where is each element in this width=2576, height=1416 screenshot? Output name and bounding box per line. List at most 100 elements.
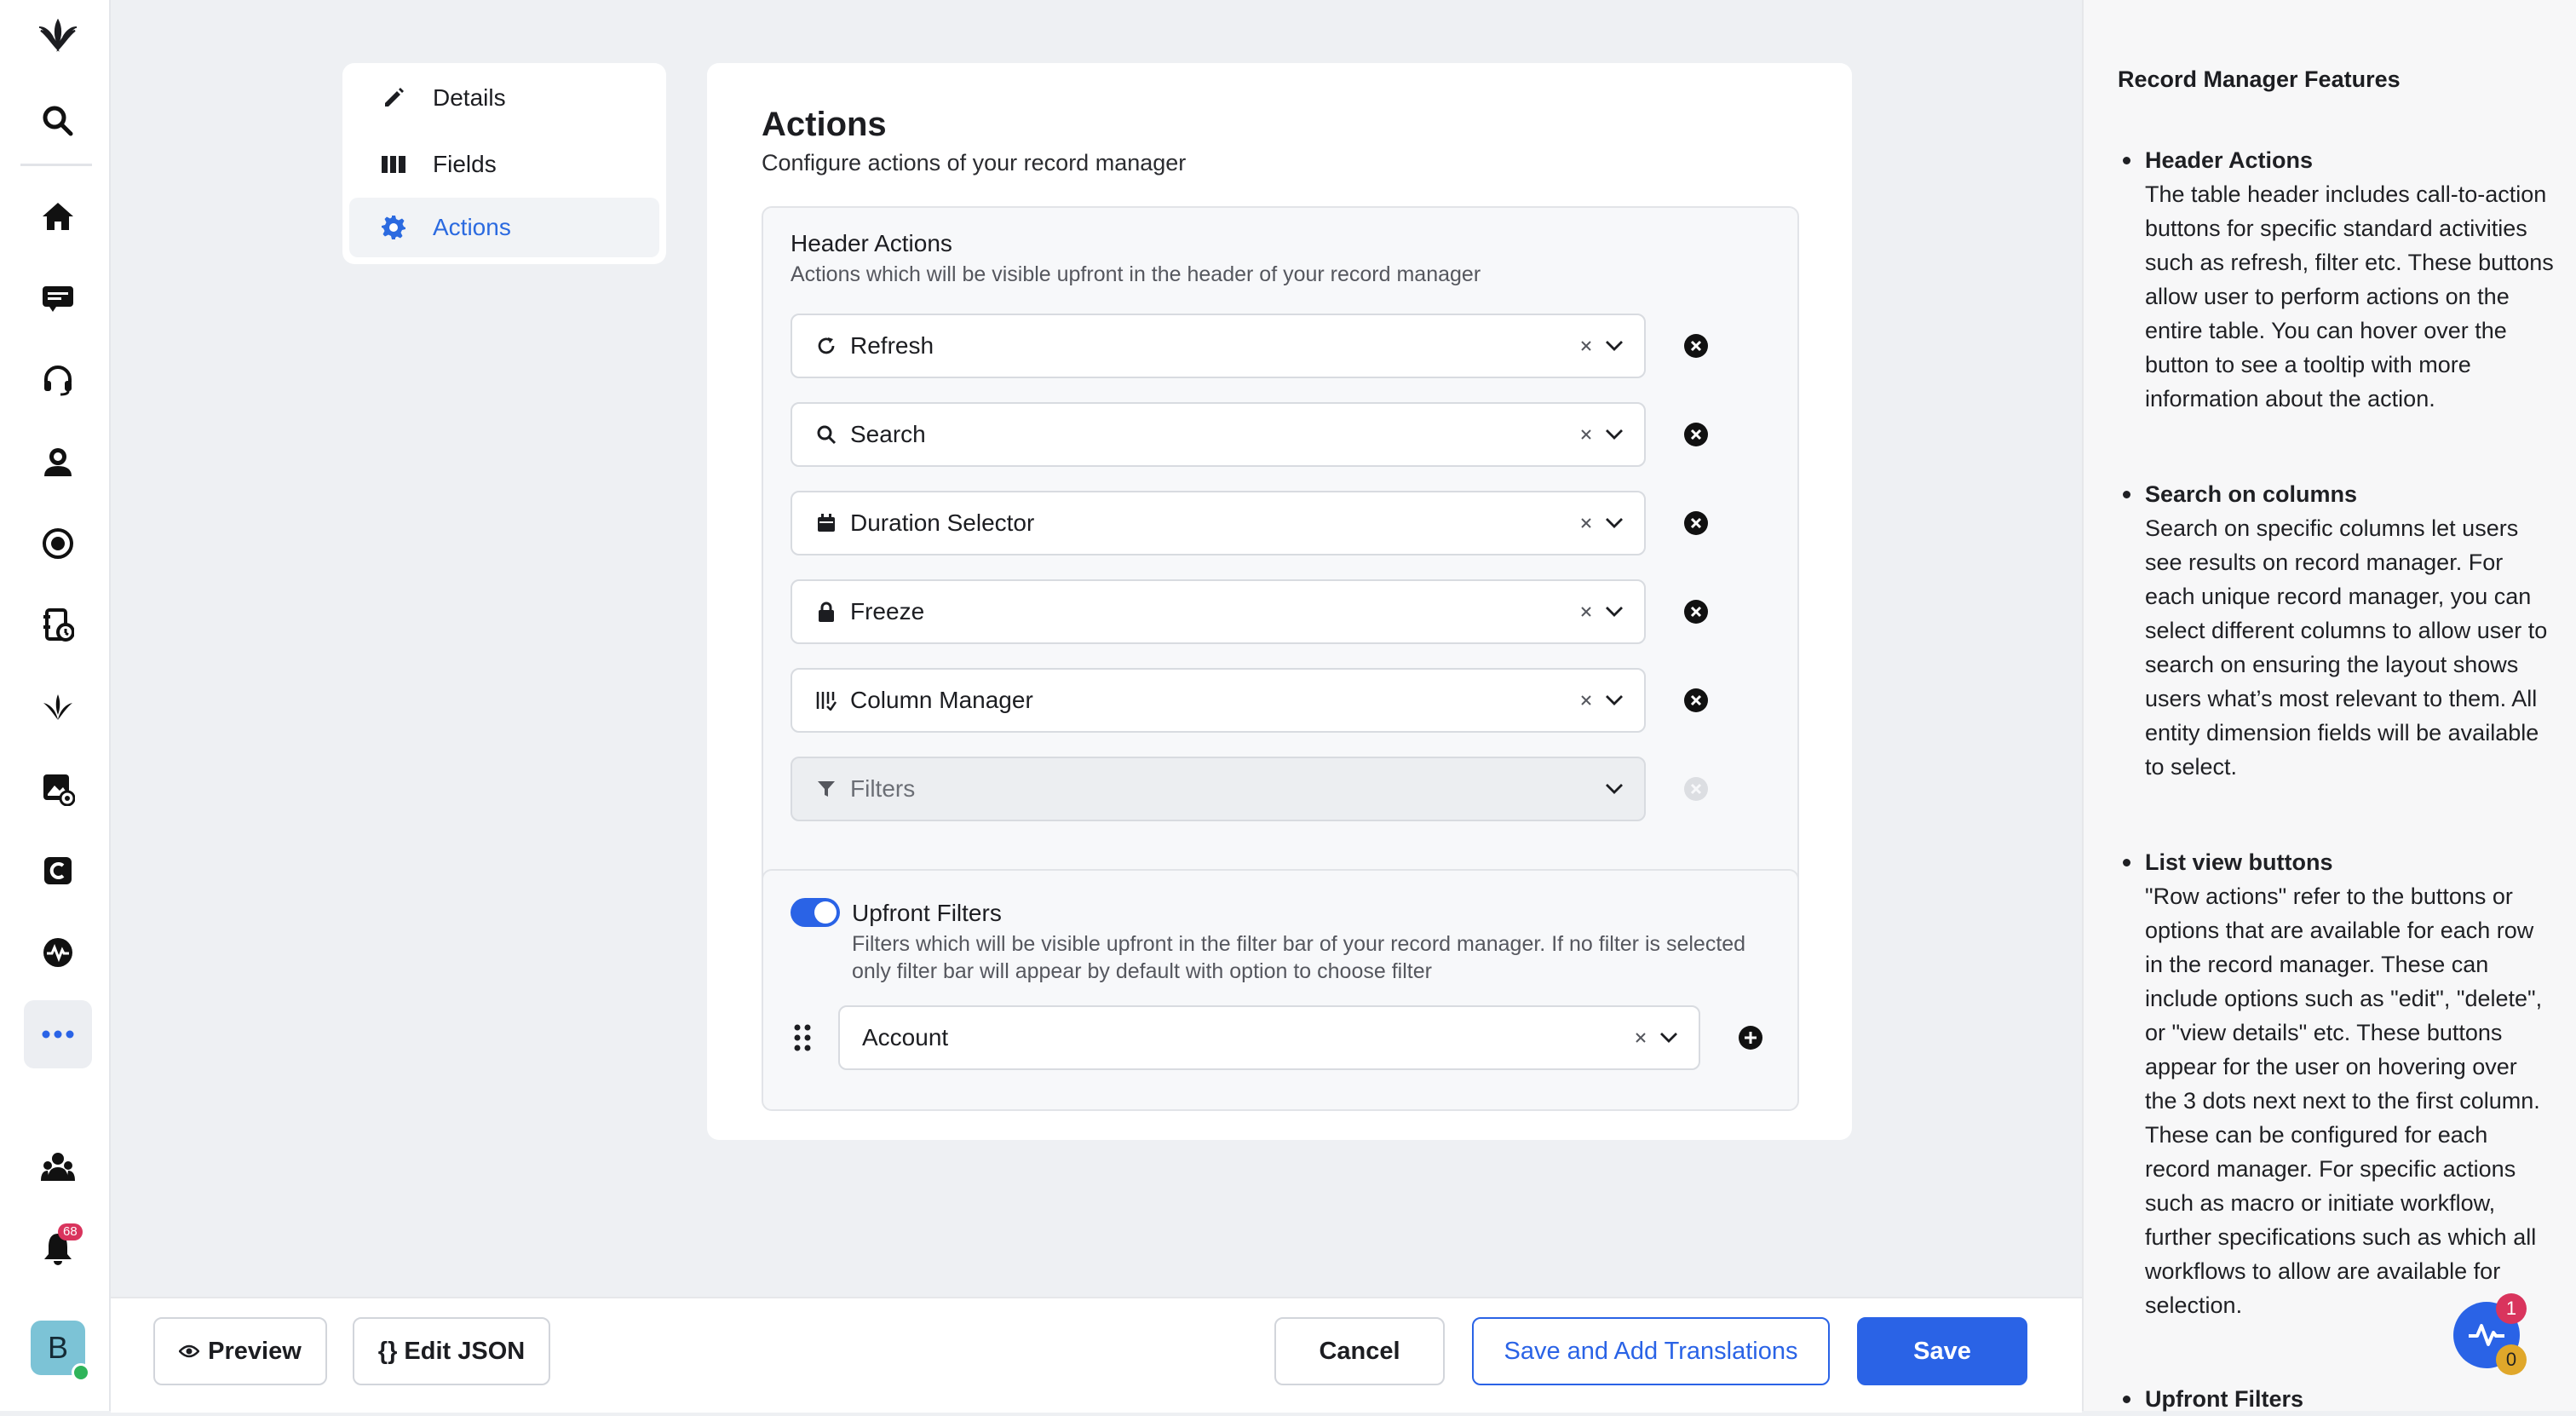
- chevron-down-icon[interactable]: [1605, 517, 1624, 529]
- sprout-icon[interactable]: [24, 673, 92, 741]
- image-settings-icon[interactable]: [24, 755, 92, 823]
- header-action-select[interactable]: Search: [791, 402, 1646, 467]
- select-value: Refresh: [850, 332, 934, 359]
- more-icon[interactable]: [24, 1000, 92, 1068]
- edit-json-label: {} Edit JSON: [377, 1337, 526, 1365]
- column-manager-icon: [814, 690, 838, 711]
- menu-item-label: Fields: [433, 151, 497, 177]
- rail-divider: [20, 164, 92, 166]
- select-value: Filters: [850, 775, 916, 802]
- save-button[interactable]: Save: [1857, 1317, 2027, 1385]
- bell-icon[interactable]: [24, 1215, 92, 1283]
- menu-item-details[interactable]: Details: [349, 68, 659, 128]
- menu-item-label: Details: [433, 84, 506, 111]
- calendar-icon: [814, 514, 838, 532]
- filter-icon: [814, 780, 838, 798]
- header-action-select[interactable]: Refresh: [791, 314, 1646, 378]
- section-title: Header Actions: [791, 230, 952, 256]
- feature-title: Upfront Filters: [2123, 1382, 2554, 1416]
- search-icon[interactable]: [24, 87, 92, 155]
- save-and-add-translations-button[interactable]: Save and Add Translations: [1472, 1317, 1830, 1385]
- menu-item-fields[interactable]: Fields: [349, 135, 659, 194]
- header-action-select-disabled: Filters: [791, 757, 1646, 821]
- settings-menu: Details Fields Actions: [342, 63, 666, 264]
- feature-text: "Row actions" refer to the buttons or op…: [2145, 884, 2543, 1318]
- feature-text: Search on specific columns let users see…: [2145, 515, 2548, 780]
- clear-icon[interactable]: [1579, 516, 1593, 530]
- widget-pending-badge: 0: [2496, 1344, 2527, 1375]
- menu-item-label: Actions: [433, 214, 511, 240]
- chevron-down-icon: [1605, 783, 1624, 795]
- remove-circle-icon[interactable]: [1683, 599, 1709, 625]
- search-icon: [814, 424, 838, 445]
- target-icon[interactable]: [24, 509, 92, 578]
- select-value: Freeze: [850, 598, 925, 625]
- actions-card: Actions Configure actions of your record…: [707, 63, 1852, 1140]
- lock-icon: [814, 602, 838, 622]
- chevron-down-icon[interactable]: [1605, 340, 1624, 352]
- feature-text: The table header includes call-to-action…: [2145, 181, 2554, 412]
- header-actions-section: Header Actions Actions which will be vis…: [762, 206, 1799, 910]
- gear-icon: [378, 215, 409, 240]
- section-title: Upfront Filters: [852, 900, 1002, 926]
- upfront-filters-toggle[interactable]: [791, 898, 840, 927]
- agent-icon[interactable]: [24, 428, 92, 496]
- refresh-icon: [814, 336, 838, 356]
- header-action-select[interactable]: Freeze: [791, 579, 1646, 644]
- header-action-select[interactable]: Column Manager: [791, 668, 1646, 733]
- drag-handle-icon[interactable]: [794, 1024, 811, 1051]
- add-circle-icon[interactable]: [1738, 1025, 1763, 1050]
- pulse-icon[interactable]: [24, 918, 92, 987]
- c-app-icon[interactable]: [24, 837, 92, 905]
- remove-circle-icon[interactable]: [1683, 333, 1709, 359]
- menu-item-actions[interactable]: Actions: [349, 198, 659, 257]
- clear-icon[interactable]: [1579, 694, 1593, 707]
- page-title: Actions: [762, 106, 887, 143]
- feature-title: Search on columns: [2123, 477, 2554, 511]
- select-value: Search: [850, 421, 926, 447]
- select-value: Duration Selector: [850, 509, 1035, 536]
- chevron-down-icon[interactable]: [1605, 429, 1624, 440]
- widget-alert-badge: 1: [2496, 1293, 2527, 1324]
- chevron-down-icon[interactable]: [1659, 1032, 1678, 1044]
- edit-json-button[interactable]: {} Edit JSON: [353, 1317, 550, 1385]
- remove-circle-icon[interactable]: [1683, 688, 1709, 713]
- preview-button[interactable]: Preview: [153, 1317, 327, 1385]
- remove-circle-icon[interactable]: [1683, 510, 1709, 536]
- ticket-icon[interactable]: [24, 264, 92, 332]
- clear-icon[interactable]: [1579, 339, 1593, 353]
- clear-icon[interactable]: [1634, 1031, 1647, 1045]
- save-label: Save: [1913, 1337, 1971, 1365]
- clear-icon[interactable]: [1579, 605, 1593, 619]
- feature-title: List view buttons: [2123, 845, 2554, 879]
- feature-list-view-buttons: List view buttons "Row actions" refer to…: [2123, 845, 2554, 1322]
- eye-icon: [179, 1344, 200, 1358]
- select-value: Account: [862, 1024, 949, 1050]
- upfront-filter-select[interactable]: Account: [838, 1005, 1700, 1070]
- cancel-button[interactable]: Cancel: [1274, 1317, 1445, 1385]
- header-action-select[interactable]: Duration Selector: [791, 491, 1646, 555]
- app-rail: 68 B: [0, 0, 111, 1411]
- clear-icon[interactable]: [1579, 428, 1593, 441]
- pulse-icon: [2467, 1321, 2506, 1350]
- home-icon[interactable]: [24, 182, 92, 250]
- chevron-down-icon[interactable]: [1605, 694, 1624, 706]
- select-value: Column Manager: [850, 687, 1033, 713]
- report-icon[interactable]: [24, 591, 92, 659]
- columns-icon: [378, 156, 409, 173]
- feature-upfront-filters: Upfront Filters: [2123, 1382, 2554, 1416]
- save-translations-label: Save and Add Translations: [1504, 1337, 1798, 1365]
- section-subtitle: Actions which will be visible upfront in…: [791, 262, 1481, 286]
- team-icon[interactable]: [24, 1133, 92, 1201]
- logo-icon[interactable]: [24, 2, 92, 70]
- cancel-label: Cancel: [1319, 1337, 1400, 1365]
- avatar-initial: B: [47, 1330, 68, 1365]
- remove-circle-icon-disabled: [1683, 776, 1709, 802]
- footer-action-bar: Preview {} Edit JSON Cancel Save and Add…: [111, 1297, 2082, 1413]
- features-info-panel: Record Manager Features Header Actions T…: [2082, 0, 2576, 1412]
- headset-icon[interactable]: [24, 346, 92, 414]
- feature-title: Header Actions: [2123, 143, 2554, 177]
- chevron-down-icon[interactable]: [1605, 606, 1624, 618]
- section-subtitle: Filters which will be visible upfront in…: [852, 932, 1746, 983]
- remove-circle-icon[interactable]: [1683, 422, 1709, 447]
